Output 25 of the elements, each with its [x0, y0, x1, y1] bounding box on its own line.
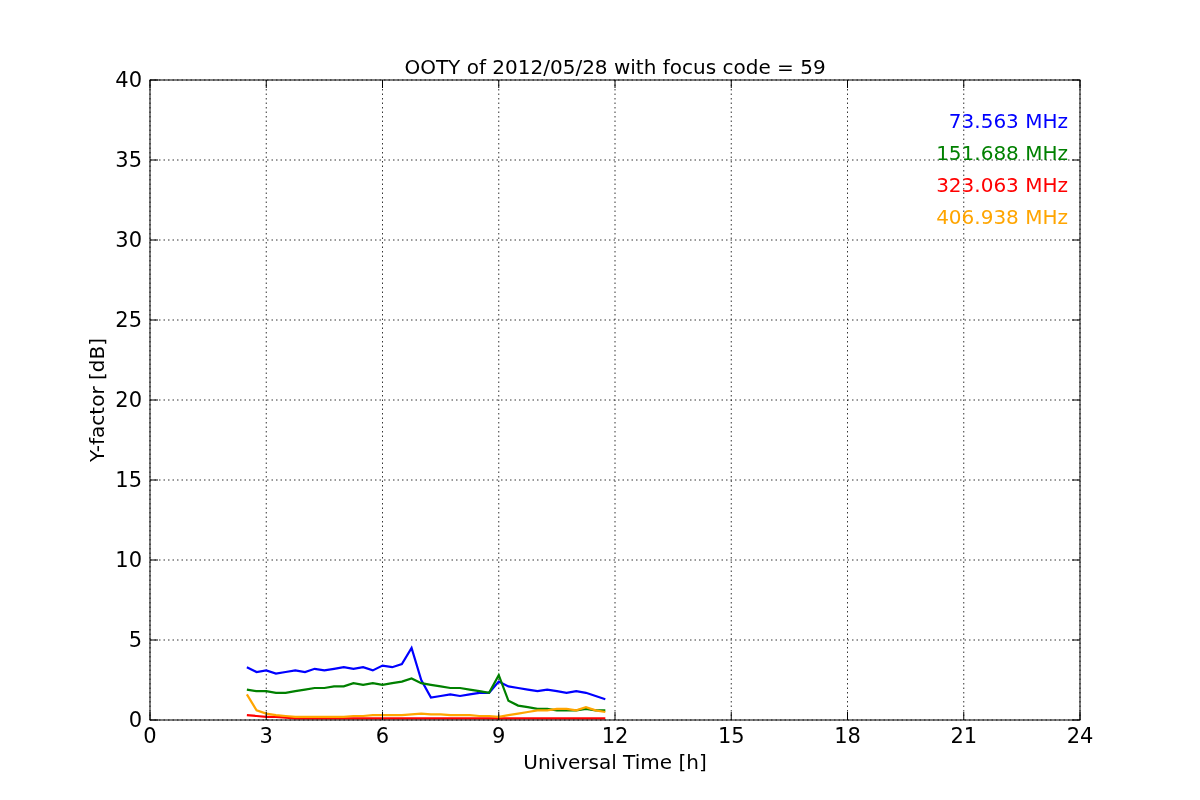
tick-label: 5 [128, 628, 142, 652]
legend-label: 406.938 MHz [936, 205, 1068, 229]
tick-label: 21 [950, 724, 978, 748]
tick-label: 15 [717, 724, 745, 748]
tick-label: 0 [128, 708, 142, 732]
tick-label: 25 [115, 308, 142, 332]
tick-label: 3 [259, 724, 273, 748]
tick-label: 6 [375, 724, 390, 748]
tick-label: 9 [492, 724, 506, 748]
y-axis-label: Y-factor [dB] [85, 338, 109, 462]
tick-label: 15 [115, 468, 142, 492]
tick-label: 35 [115, 148, 142, 172]
tick-label: 12 [601, 724, 629, 748]
tick-label: 30 [115, 228, 142, 252]
chart-title: OOTY of 2012/05/28 with focus code = 59 [404, 55, 826, 79]
tick-label: 18 [834, 724, 861, 748]
x-axis-label: Universal Time [h] [523, 750, 707, 774]
legend-label: 323.063 MHz [936, 173, 1068, 197]
legend-label: 151.688 MHz [936, 141, 1068, 165]
tick-label: 10 [115, 548, 142, 572]
tick-label: 24 [1066, 724, 1094, 748]
tick-label: 0 [143, 724, 157, 748]
legend-label: 73.563 MHz [948, 109, 1068, 133]
tick-label: 40 [115, 68, 142, 92]
tick-label: 20 [115, 388, 142, 412]
